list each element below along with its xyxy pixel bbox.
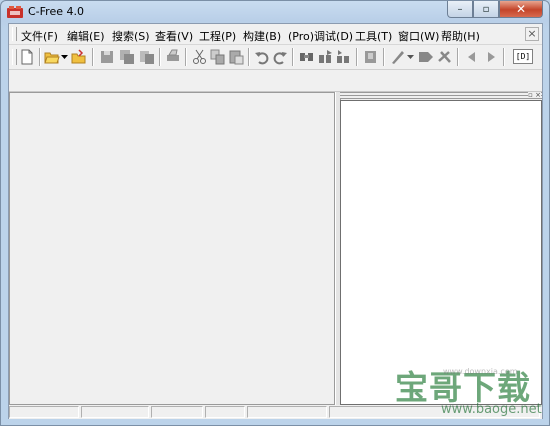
toolbar-grip[interactable] bbox=[12, 49, 17, 65]
menu-view[interactable]: 查看(V) bbox=[155, 28, 193, 44]
close-icon: ✕ bbox=[515, 2, 527, 16]
back-icon[interactable] bbox=[464, 49, 480, 65]
maximize-button[interactable]: ▫ bbox=[473, 1, 499, 18]
status-cell bbox=[81, 406, 149, 418]
paste-icon[interactable] bbox=[228, 49, 244, 65]
build-config-label[interactable]: [D] bbox=[513, 49, 533, 64]
status-cell bbox=[247, 406, 327, 418]
close-button[interactable]: ✕ bbox=[499, 1, 543, 18]
menu-search[interactable]: 搜索(S) bbox=[112, 28, 150, 44]
toolbar-separator bbox=[248, 48, 250, 66]
status-cell bbox=[9, 406, 79, 418]
status-bar bbox=[9, 405, 542, 419]
menu-help[interactable]: 帮助(H) bbox=[441, 28, 480, 44]
menu-tools[interactable]: 工具(T) bbox=[355, 28, 392, 44]
toolbar-separator bbox=[383, 48, 385, 66]
status-cell bbox=[329, 406, 540, 418]
find-icon[interactable] bbox=[299, 49, 315, 65]
caption-buttons: – ▫ ✕ bbox=[447, 1, 543, 19]
forward-icon[interactable] bbox=[483, 49, 499, 65]
app-window: C-Free 4.0 – ▫ ✕ 文件(F) 编辑(E) 搜索(S) 查看(V)… bbox=[0, 0, 550, 426]
main-client-area: 文件(F) 编辑(E) 搜索(S) 查看(V) 工程(P) 构建(B) (Pro… bbox=[8, 23, 543, 419]
toolbar-separator bbox=[292, 48, 294, 66]
undo-icon[interactable] bbox=[254, 49, 270, 65]
menubar-grip[interactable] bbox=[12, 27, 17, 41]
side-panel[interactable] bbox=[340, 100, 542, 405]
copy-icon[interactable] bbox=[210, 49, 226, 65]
toolbar-separator bbox=[356, 48, 358, 66]
toolbar-separator bbox=[185, 48, 187, 66]
menu-debug[interactable]: (Pro)调试(D) bbox=[288, 28, 353, 44]
window-title: C-Free 4.0 bbox=[28, 5, 84, 18]
title-bar[interactable]: C-Free 4.0 – ▫ ✕ bbox=[1, 1, 549, 23]
stop-icon[interactable] bbox=[437, 49, 453, 65]
side-panel-header[interactable]: ▫ × bbox=[340, 92, 542, 99]
editor-area[interactable] bbox=[9, 92, 335, 405]
build-dropdown-icon[interactable] bbox=[407, 49, 415, 65]
save-all-icon[interactable] bbox=[119, 49, 135, 65]
status-cell bbox=[151, 406, 203, 418]
new-file-icon[interactable] bbox=[19, 49, 35, 65]
menu-bar: 文件(F) 编辑(E) 搜索(S) 查看(V) 工程(P) 构建(B) (Pro… bbox=[9, 24, 542, 45]
toolbar-separator bbox=[159, 48, 161, 66]
compile-icon[interactable] bbox=[390, 49, 406, 65]
side-panel-buttons[interactable]: ▫ × bbox=[528, 92, 541, 99]
minimize-button[interactable]: – bbox=[447, 1, 473, 18]
replace-icon[interactable] bbox=[336, 49, 352, 65]
menu-window[interactable]: 窗口(W) bbox=[398, 28, 439, 44]
save-icon[interactable] bbox=[99, 49, 115, 65]
bookmark-icon[interactable] bbox=[363, 49, 379, 65]
close-file-icon[interactable] bbox=[139, 49, 155, 65]
open-project-icon[interactable] bbox=[71, 49, 87, 65]
menu-project[interactable]: 工程(P) bbox=[199, 28, 236, 44]
cut-icon[interactable] bbox=[192, 49, 208, 65]
print-icon[interactable] bbox=[165, 49, 181, 65]
toolbar: [D] bbox=[9, 45, 542, 70]
minimize-icon: – bbox=[457, 3, 463, 15]
find-next-icon[interactable] bbox=[318, 49, 334, 65]
open-folder-icon[interactable] bbox=[44, 49, 60, 65]
toolbar-separator bbox=[457, 48, 459, 66]
maximize-icon: ▫ bbox=[482, 3, 490, 15]
status-cell bbox=[205, 406, 245, 418]
app-icon bbox=[7, 6, 23, 18]
menu-build[interactable]: 构建(B) bbox=[243, 28, 281, 44]
redo-icon[interactable] bbox=[272, 49, 288, 65]
menu-edit[interactable]: 编辑(E) bbox=[67, 28, 105, 44]
toolbar-separator bbox=[39, 48, 41, 66]
toolbar-separator bbox=[503, 48, 505, 66]
run-icon[interactable] bbox=[418, 49, 434, 65]
menu-file[interactable]: 文件(F) bbox=[21, 28, 58, 44]
mdi-close-icon[interactable]: × bbox=[525, 27, 539, 41]
dropdown-arrow-icon[interactable] bbox=[61, 49, 69, 65]
editor-tab-bar bbox=[9, 70, 542, 92]
toolbar-separator bbox=[92, 48, 94, 66]
